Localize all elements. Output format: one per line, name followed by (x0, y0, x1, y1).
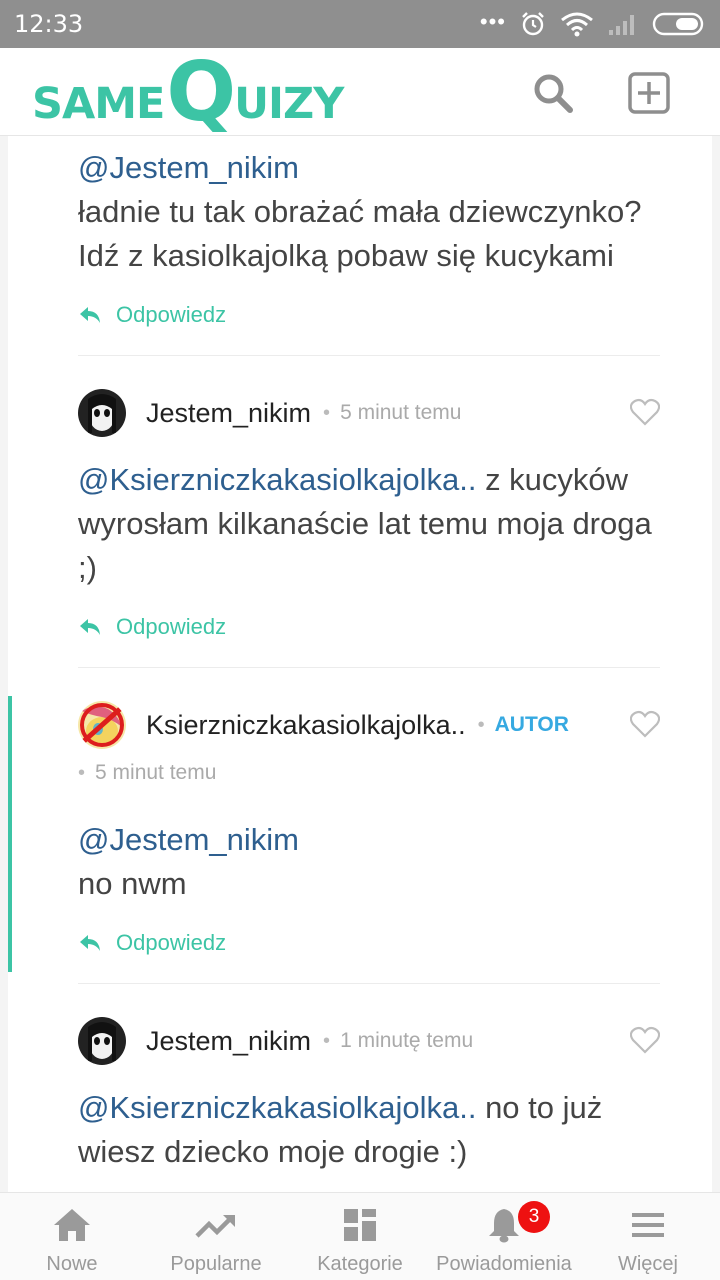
avatar[interactable] (78, 701, 126, 749)
comment-body: @Ksierzniczkakasiolkajolka.. no to już w… (78, 1086, 660, 1174)
avatar[interactable] (78, 389, 126, 437)
comment-meta: Jestem_nikim • 5 minut temu (78, 389, 660, 437)
reply-button[interactable]: Odpowiedz (78, 930, 226, 956)
notification-count-badge: 3 (518, 1201, 550, 1233)
comment-text: no nwm (78, 866, 187, 901)
more-dots-icon: ••• (479, 9, 506, 34)
author-accent-bar (8, 696, 12, 972)
comment-mention[interactable]: @Jestem_nikim (78, 822, 299, 857)
logo-uizy: UIZY (234, 79, 344, 129)
nav-label: Powiadomienia (436, 1253, 572, 1275)
search-icon (534, 74, 573, 113)
search-button[interactable] (530, 70, 576, 116)
nav-label: Kategorie (317, 1253, 403, 1275)
comment-mention[interactable]: @Jestem_nikim (78, 150, 299, 185)
wifi-icon (561, 12, 593, 37)
meta-separator: • (323, 1029, 331, 1052)
bell-icon (489, 1209, 519, 1243)
menu-icon (632, 1213, 664, 1237)
reply-button[interactable]: Odpowiedz (78, 614, 226, 640)
comment-time: 5 minut temu (95, 761, 217, 784)
author-badge: AUTOR (494, 713, 569, 736)
reply-button[interactable]: Odpowiedz (78, 302, 226, 328)
nav-item-popularne[interactable]: Popularne (144, 1193, 288, 1280)
comment-time: 1 minutę temu (340, 1029, 474, 1052)
nav-item-powiadomienia[interactable]: Powiadomienia 3 (432, 1193, 576, 1280)
nav-item-wiecej[interactable]: Więcej (576, 1193, 720, 1280)
app-header: SAME Q UIZY (0, 48, 720, 136)
heart-icon[interactable] (630, 398, 660, 426)
status-bar: 12:33 ••• (0, 0, 720, 48)
meta-separator: • (323, 401, 331, 424)
username[interactable]: Jestem_nikim (146, 1026, 311, 1057)
reply-icon (80, 619, 100, 635)
trending-icon (195, 1215, 235, 1238)
plus-square-icon (628, 72, 670, 114)
signal-icon (609, 15, 634, 35)
reply-label: Odpowiedz (116, 614, 227, 639)
battery-icon (652, 12, 704, 36)
heart-icon[interactable] (630, 710, 660, 738)
meta-separator: • (477, 713, 485, 736)
status-time: 12:33 (14, 10, 84, 38)
reply-icon (80, 935, 100, 951)
alarm-icon (522, 12, 544, 36)
reply-label: Odpowiedz (116, 302, 227, 327)
avatar[interactable] (78, 1017, 126, 1065)
comment-body: @Jestem_nikim no nwm (78, 818, 660, 906)
comment-body: @Ksierzniczkakasiolkajolka.. z kucyków w… (78, 458, 660, 590)
comment-meta: Jestem_nikim • 1 minutę temu (78, 1017, 660, 1065)
bottom-nav: Nowe Popularne Kategorie Powiadomienia 3… (0, 1192, 720, 1280)
nav-label: Więcej (617, 1253, 678, 1275)
heart-icon[interactable] (630, 1026, 660, 1054)
comment-text: ładnie tu tak obrażać mała dziewczynko? … (78, 194, 642, 273)
nav-label: Nowe (46, 1253, 98, 1275)
comment-meta-time: • 5 minut temu (78, 749, 660, 797)
home-icon (54, 1209, 90, 1241)
nav-item-kategorie[interactable]: Kategorie (288, 1193, 432, 1280)
status-icons: ••• (480, 9, 706, 39)
username[interactable]: Ksierzniczkakasiolkajolka.. (146, 710, 466, 741)
comment-meta: Ksierzniczkakasiolkajolka.. • AUTOR (78, 701, 660, 749)
divider (78, 355, 660, 356)
comment-body: @Jestem_nikim ładnie tu tak obrażać mała… (78, 146, 660, 278)
username[interactable]: Jestem_nikim (146, 398, 311, 429)
divider (78, 983, 660, 984)
samequizy-logo[interactable]: SAME Q UIZY (32, 45, 344, 140)
categories-icon (344, 1209, 376, 1241)
nav-label: Popularne (170, 1253, 262, 1275)
comment-mention[interactable]: @Ksierzniczkakasiolkajolka.. (78, 1090, 476, 1125)
logo-same: SAME (32, 79, 165, 129)
meta-separator: • (78, 761, 86, 784)
add-quiz-button[interactable] (626, 70, 672, 116)
reply-icon (80, 307, 100, 323)
comment-time: 5 minut temu (340, 401, 462, 424)
nav-item-nowe[interactable]: Nowe (0, 1193, 144, 1280)
comments-list[interactable]: @Jestem_nikim ładnie tu tak obrażać mała… (8, 136, 712, 1192)
logo-q: Q (166, 45, 237, 140)
divider (78, 667, 660, 668)
reply-label: Odpowiedz (116, 930, 227, 955)
comment-mention[interactable]: @Ksierzniczkakasiolkajolka.. (78, 462, 476, 497)
